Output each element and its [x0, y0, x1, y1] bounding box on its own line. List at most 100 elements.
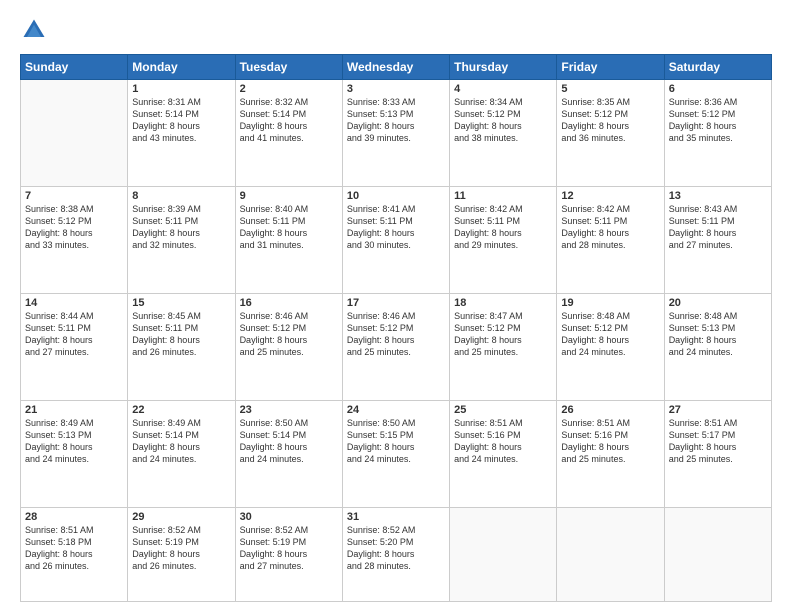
- day-number: 16: [240, 297, 338, 309]
- cell-content: Sunrise: 8:51 AM Sunset: 5:16 PM Dayligh…: [454, 417, 552, 466]
- calendar-cell: [21, 80, 128, 187]
- cell-content: Sunrise: 8:51 AM Sunset: 5:18 PM Dayligh…: [25, 524, 123, 573]
- week-row-3: 14Sunrise: 8:44 AM Sunset: 5:11 PM Dayli…: [21, 294, 772, 401]
- day-number: 30: [240, 511, 338, 523]
- calendar-cell: 24Sunrise: 8:50 AM Sunset: 5:15 PM Dayli…: [342, 401, 449, 508]
- cell-content: Sunrise: 8:51 AM Sunset: 5:17 PM Dayligh…: [669, 417, 767, 466]
- calendar-cell: 15Sunrise: 8:45 AM Sunset: 5:11 PM Dayli…: [128, 294, 235, 401]
- calendar-cell: 25Sunrise: 8:51 AM Sunset: 5:16 PM Dayli…: [450, 401, 557, 508]
- day-number: 2: [240, 83, 338, 95]
- page: SundayMondayTuesdayWednesdayThursdayFrid…: [0, 0, 792, 612]
- cell-content: Sunrise: 8:50 AM Sunset: 5:14 PM Dayligh…: [240, 417, 338, 466]
- calendar-cell: 1Sunrise: 8:31 AM Sunset: 5:14 PM Daylig…: [128, 80, 235, 187]
- day-number: 24: [347, 404, 445, 416]
- cell-content: Sunrise: 8:33 AM Sunset: 5:13 PM Dayligh…: [347, 96, 445, 145]
- weekday-header-sunday: Sunday: [21, 55, 128, 80]
- cell-content: Sunrise: 8:32 AM Sunset: 5:14 PM Dayligh…: [240, 96, 338, 145]
- cell-content: Sunrise: 8:42 AM Sunset: 5:11 PM Dayligh…: [561, 203, 659, 252]
- calendar-cell: 6Sunrise: 8:36 AM Sunset: 5:12 PM Daylig…: [664, 80, 771, 187]
- calendar-cell: 3Sunrise: 8:33 AM Sunset: 5:13 PM Daylig…: [342, 80, 449, 187]
- calendar-cell: 20Sunrise: 8:48 AM Sunset: 5:13 PM Dayli…: [664, 294, 771, 401]
- calendar-cell: 12Sunrise: 8:42 AM Sunset: 5:11 PM Dayli…: [557, 187, 664, 294]
- calendar-cell: 4Sunrise: 8:34 AM Sunset: 5:12 PM Daylig…: [450, 80, 557, 187]
- day-number: 29: [132, 511, 230, 523]
- day-number: 6: [669, 83, 767, 95]
- day-number: 26: [561, 404, 659, 416]
- calendar-cell: 14Sunrise: 8:44 AM Sunset: 5:11 PM Dayli…: [21, 294, 128, 401]
- day-number: 11: [454, 190, 552, 202]
- cell-content: Sunrise: 8:38 AM Sunset: 5:12 PM Dayligh…: [25, 203, 123, 252]
- week-row-4: 21Sunrise: 8:49 AM Sunset: 5:13 PM Dayli…: [21, 401, 772, 508]
- day-number: 27: [669, 404, 767, 416]
- day-number: 18: [454, 297, 552, 309]
- cell-content: Sunrise: 8:45 AM Sunset: 5:11 PM Dayligh…: [132, 310, 230, 359]
- cell-content: Sunrise: 8:50 AM Sunset: 5:15 PM Dayligh…: [347, 417, 445, 466]
- calendar-cell: 28Sunrise: 8:51 AM Sunset: 5:18 PM Dayli…: [21, 508, 128, 602]
- cell-content: Sunrise: 8:43 AM Sunset: 5:11 PM Dayligh…: [669, 203, 767, 252]
- cell-content: Sunrise: 8:47 AM Sunset: 5:12 PM Dayligh…: [454, 310, 552, 359]
- cell-content: Sunrise: 8:52 AM Sunset: 5:20 PM Dayligh…: [347, 524, 445, 573]
- cell-content: Sunrise: 8:44 AM Sunset: 5:11 PM Dayligh…: [25, 310, 123, 359]
- cell-content: Sunrise: 8:48 AM Sunset: 5:12 PM Dayligh…: [561, 310, 659, 359]
- day-number: 14: [25, 297, 123, 309]
- cell-content: Sunrise: 8:48 AM Sunset: 5:13 PM Dayligh…: [669, 310, 767, 359]
- logo-icon: [20, 16, 48, 44]
- day-number: 21: [25, 404, 123, 416]
- calendar-cell: 5Sunrise: 8:35 AM Sunset: 5:12 PM Daylig…: [557, 80, 664, 187]
- calendar-cell: 17Sunrise: 8:46 AM Sunset: 5:12 PM Dayli…: [342, 294, 449, 401]
- cell-content: Sunrise: 8:51 AM Sunset: 5:16 PM Dayligh…: [561, 417, 659, 466]
- week-row-2: 7Sunrise: 8:38 AM Sunset: 5:12 PM Daylig…: [21, 187, 772, 294]
- calendar-cell: 19Sunrise: 8:48 AM Sunset: 5:12 PM Dayli…: [557, 294, 664, 401]
- cell-content: Sunrise: 8:46 AM Sunset: 5:12 PM Dayligh…: [240, 310, 338, 359]
- calendar-cell: 8Sunrise: 8:39 AM Sunset: 5:11 PM Daylig…: [128, 187, 235, 294]
- logo: [20, 16, 52, 44]
- calendar-cell: 16Sunrise: 8:46 AM Sunset: 5:12 PM Dayli…: [235, 294, 342, 401]
- week-row-5: 28Sunrise: 8:51 AM Sunset: 5:18 PM Dayli…: [21, 508, 772, 602]
- calendar-cell: 31Sunrise: 8:52 AM Sunset: 5:20 PM Dayli…: [342, 508, 449, 602]
- calendar-cell: 27Sunrise: 8:51 AM Sunset: 5:17 PM Dayli…: [664, 401, 771, 508]
- calendar-cell: 30Sunrise: 8:52 AM Sunset: 5:19 PM Dayli…: [235, 508, 342, 602]
- weekday-header-thursday: Thursday: [450, 55, 557, 80]
- calendar-cell: 7Sunrise: 8:38 AM Sunset: 5:12 PM Daylig…: [21, 187, 128, 294]
- day-number: 3: [347, 83, 445, 95]
- cell-content: Sunrise: 8:52 AM Sunset: 5:19 PM Dayligh…: [132, 524, 230, 573]
- day-number: 17: [347, 297, 445, 309]
- day-number: 31: [347, 511, 445, 523]
- weekday-header-monday: Monday: [128, 55, 235, 80]
- week-row-1: 1Sunrise: 8:31 AM Sunset: 5:14 PM Daylig…: [21, 80, 772, 187]
- cell-content: Sunrise: 8:36 AM Sunset: 5:12 PM Dayligh…: [669, 96, 767, 145]
- cell-content: Sunrise: 8:40 AM Sunset: 5:11 PM Dayligh…: [240, 203, 338, 252]
- calendar-cell: [557, 508, 664, 602]
- calendar-cell: 18Sunrise: 8:47 AM Sunset: 5:12 PM Dayli…: [450, 294, 557, 401]
- day-number: 7: [25, 190, 123, 202]
- day-number: 20: [669, 297, 767, 309]
- calendar-cell: 2Sunrise: 8:32 AM Sunset: 5:14 PM Daylig…: [235, 80, 342, 187]
- day-number: 9: [240, 190, 338, 202]
- calendar-cell: 26Sunrise: 8:51 AM Sunset: 5:16 PM Dayli…: [557, 401, 664, 508]
- day-number: 1: [132, 83, 230, 95]
- calendar-cell: 21Sunrise: 8:49 AM Sunset: 5:13 PM Dayli…: [21, 401, 128, 508]
- day-number: 15: [132, 297, 230, 309]
- cell-content: Sunrise: 8:52 AM Sunset: 5:19 PM Dayligh…: [240, 524, 338, 573]
- day-number: 19: [561, 297, 659, 309]
- weekday-header-tuesday: Tuesday: [235, 55, 342, 80]
- calendar-cell: 29Sunrise: 8:52 AM Sunset: 5:19 PM Dayli…: [128, 508, 235, 602]
- day-number: 8: [132, 190, 230, 202]
- cell-content: Sunrise: 8:49 AM Sunset: 5:13 PM Dayligh…: [25, 417, 123, 466]
- cell-content: Sunrise: 8:39 AM Sunset: 5:11 PM Dayligh…: [132, 203, 230, 252]
- cell-content: Sunrise: 8:35 AM Sunset: 5:12 PM Dayligh…: [561, 96, 659, 145]
- calendar-table: SundayMondayTuesdayWednesdayThursdayFrid…: [20, 54, 772, 602]
- calendar-cell: 22Sunrise: 8:49 AM Sunset: 5:14 PM Dayli…: [128, 401, 235, 508]
- weekday-header-friday: Friday: [557, 55, 664, 80]
- day-number: 13: [669, 190, 767, 202]
- cell-content: Sunrise: 8:41 AM Sunset: 5:11 PM Dayligh…: [347, 203, 445, 252]
- cell-content: Sunrise: 8:46 AM Sunset: 5:12 PM Dayligh…: [347, 310, 445, 359]
- calendar-cell: [664, 508, 771, 602]
- calendar-cell: 23Sunrise: 8:50 AM Sunset: 5:14 PM Dayli…: [235, 401, 342, 508]
- calendar-cell: 13Sunrise: 8:43 AM Sunset: 5:11 PM Dayli…: [664, 187, 771, 294]
- day-number: 23: [240, 404, 338, 416]
- header: [20, 16, 772, 44]
- day-number: 10: [347, 190, 445, 202]
- day-number: 5: [561, 83, 659, 95]
- weekday-header-saturday: Saturday: [664, 55, 771, 80]
